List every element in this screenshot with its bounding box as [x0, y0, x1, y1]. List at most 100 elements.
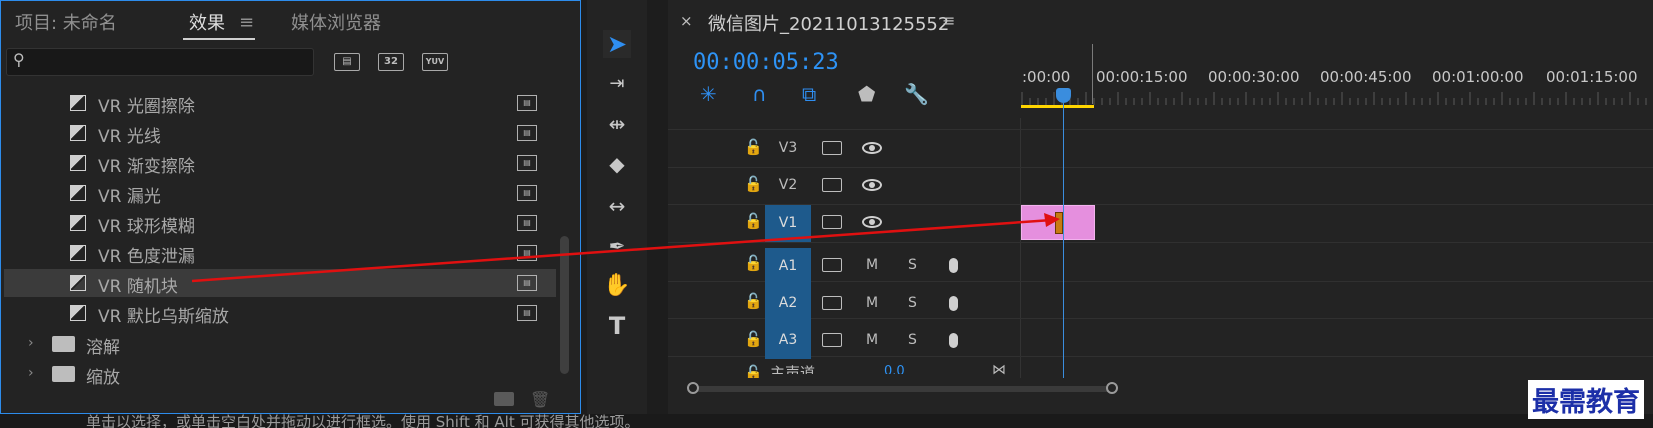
- add-marker-icon[interactable]: ⬟: [858, 82, 875, 106]
- folder-label: 缩放: [86, 368, 120, 388]
- trash-icon[interactable]: 🗑: [530, 390, 550, 409]
- track-divider: [668, 242, 1653, 243]
- effect-label: VR 光圈擦除: [98, 97, 195, 117]
- accelerated-effect-icon: ▤: [517, 305, 537, 321]
- slip-tool-icon[interactable]: ↔: [603, 192, 631, 220]
- wrench-settings-icon[interactable]: 🔧: [904, 82, 929, 106]
- chevron-right-icon[interactable]: ›: [28, 335, 34, 351]
- sync-lock-icon[interactable]: [822, 178, 842, 192]
- lock-icon[interactable]: 🔓: [744, 254, 763, 272]
- 32bit-effects-filter-button[interactable]: 32: [378, 53, 404, 71]
- timeline-horizontal-scrollbar[interactable]: [693, 386, 1113, 392]
- mute-button[interactable]: M: [866, 295, 878, 311]
- eye-icon[interactable]: [862, 216, 882, 228]
- hand-tool-icon[interactable]: ✋: [603, 272, 631, 300]
- solo-button[interactable]: S: [908, 257, 917, 273]
- effect-folder[interactable]: › 溶解: [4, 330, 556, 358]
- lock-icon[interactable]: 🔓: [744, 138, 763, 156]
- sync-lock-icon[interactable]: [822, 333, 842, 347]
- ruler-label: 00:01:15:00: [1546, 68, 1638, 86]
- effect-label: VR 默比乌斯缩放: [98, 307, 229, 327]
- track-label-v1[interactable]: V1: [765, 205, 811, 242]
- tab-effects[interactable]: 效果: [189, 9, 225, 35]
- track-divider: [668, 356, 1653, 357]
- effect-item[interactable]: VR 默比乌斯缩放 ▤: [4, 299, 556, 327]
- panel-menu-icon[interactable]: ≡: [239, 12, 254, 33]
- lock-icon[interactable]: 🔓: [744, 330, 763, 348]
- solo-button[interactable]: S: [908, 332, 917, 348]
- transition-icon: [70, 305, 86, 321]
- work-area-bar[interactable]: [1021, 105, 1094, 108]
- new-bin-icon[interactable]: [494, 392, 514, 406]
- pen-tool-icon[interactable]: ✒: [603, 232, 631, 260]
- linked-selection-icon[interactable]: ⧉: [802, 82, 816, 106]
- chevron-right-icon[interactable]: ›: [28, 365, 34, 381]
- transition-icon: [70, 155, 86, 171]
- effect-item[interactable]: VR 球形模糊 ▤: [4, 209, 556, 237]
- nest-sequence-icon[interactable]: ✳: [700, 82, 717, 106]
- effect-item[interactable]: VR 色度泄漏 ▤: [4, 239, 556, 267]
- scrollbar-start-handle[interactable]: [687, 382, 699, 394]
- master-track-label: 主声道: [770, 364, 816, 374]
- mute-button[interactable]: M: [866, 257, 878, 273]
- ruler-label: 00:01:00:00: [1432, 68, 1524, 86]
- sync-lock-icon[interactable]: [822, 141, 842, 155]
- effect-item[interactable]: VR 光圈擦除 ▤: [4, 89, 556, 117]
- snap-magnet-icon[interactable]: ∩: [752, 82, 767, 106]
- sync-lock-icon[interactable]: [822, 258, 842, 272]
- track-select-tool-icon[interactable]: ⇥: [603, 70, 631, 98]
- track-divider: [668, 204, 1653, 205]
- track-divider: [668, 129, 1653, 130]
- track-label-v3[interactable]: V3: [765, 130, 811, 167]
- effect-folder[interactable]: › 缩放: [4, 360, 556, 388]
- sync-lock-icon[interactable]: [822, 296, 842, 310]
- type-tool-icon[interactable]: T: [603, 312, 631, 340]
- brand-watermark: 最需教育: [1528, 380, 1644, 419]
- track-label-a3[interactable]: A3: [765, 322, 811, 359]
- master-volume-value[interactable]: 0.0: [884, 364, 905, 374]
- eye-icon[interactable]: [862, 142, 882, 154]
- microphone-icon[interactable]: [949, 258, 958, 273]
- track-divider: [668, 281, 1653, 282]
- mute-button[interactable]: M: [866, 332, 878, 348]
- razor-tool-icon[interactable]: ◆: [603, 150, 631, 178]
- transition-icon: [70, 95, 86, 111]
- track-area[interactable]: [1020, 118, 1653, 378]
- sequence-tab-title[interactable]: 微信图片_20211013125552: [708, 10, 949, 36]
- track-label-a1[interactable]: A1: [765, 248, 811, 285]
- eye-icon[interactable]: [862, 179, 882, 191]
- go-to-end-icon[interactable]: ⋈: [992, 362, 1006, 378]
- time-ruler[interactable]: [1020, 90, 1653, 106]
- lock-icon[interactable]: 🔓: [744, 212, 763, 230]
- effects-search-input[interactable]: ⚲: [6, 48, 314, 76]
- ruler-label: :00:00: [1022, 68, 1071, 86]
- lock-icon[interactable]: 🔓: [744, 175, 763, 193]
- sequence-menu-icon[interactable]: ≡: [942, 11, 955, 30]
- tab-project[interactable]: 项目: 未命名: [15, 9, 117, 35]
- solo-button[interactable]: S: [908, 295, 917, 311]
- effects-list-scrollbar[interactable]: [560, 236, 569, 374]
- accelerated-effects-filter-icon[interactable]: ▤: [334, 53, 360, 71]
- microphone-icon[interactable]: [949, 333, 958, 348]
- scrollbar-end-handle[interactable]: [1106, 382, 1118, 394]
- sync-lock-icon[interactable]: [822, 215, 842, 229]
- playhead-handle[interactable]: [1056, 88, 1071, 103]
- ripple-edit-tool-icon[interactable]: ⇹: [603, 110, 631, 138]
- transition-marker[interactable]: [1055, 212, 1063, 234]
- transition-icon: [70, 215, 86, 231]
- effect-item[interactable]: VR 渐变擦除 ▤: [4, 149, 556, 177]
- lock-icon[interactable]: 🔓: [744, 292, 763, 310]
- effect-item[interactable]: VR 漏光 ▤: [4, 179, 556, 207]
- playhead-timecode[interactable]: 00:00:05:23: [693, 50, 839, 75]
- microphone-icon[interactable]: [949, 296, 958, 311]
- effect-item[interactable]: VR 光线 ▤: [4, 119, 556, 147]
- yuv-effects-filter-button[interactable]: YUV: [422, 53, 448, 71]
- track-label-v2[interactable]: V2: [765, 167, 811, 204]
- track-divider: [668, 167, 1653, 168]
- effect-label: VR 漏光: [98, 187, 161, 207]
- track-label-a2[interactable]: A2: [765, 285, 811, 322]
- effect-item-selected[interactable]: VR 随机块 ▤: [4, 269, 556, 297]
- tab-media-browser[interactable]: 媒体浏览器: [291, 9, 381, 35]
- close-sequence-button[interactable]: ×: [680, 12, 693, 30]
- selection-tool-icon[interactable]: ➤: [603, 30, 631, 58]
